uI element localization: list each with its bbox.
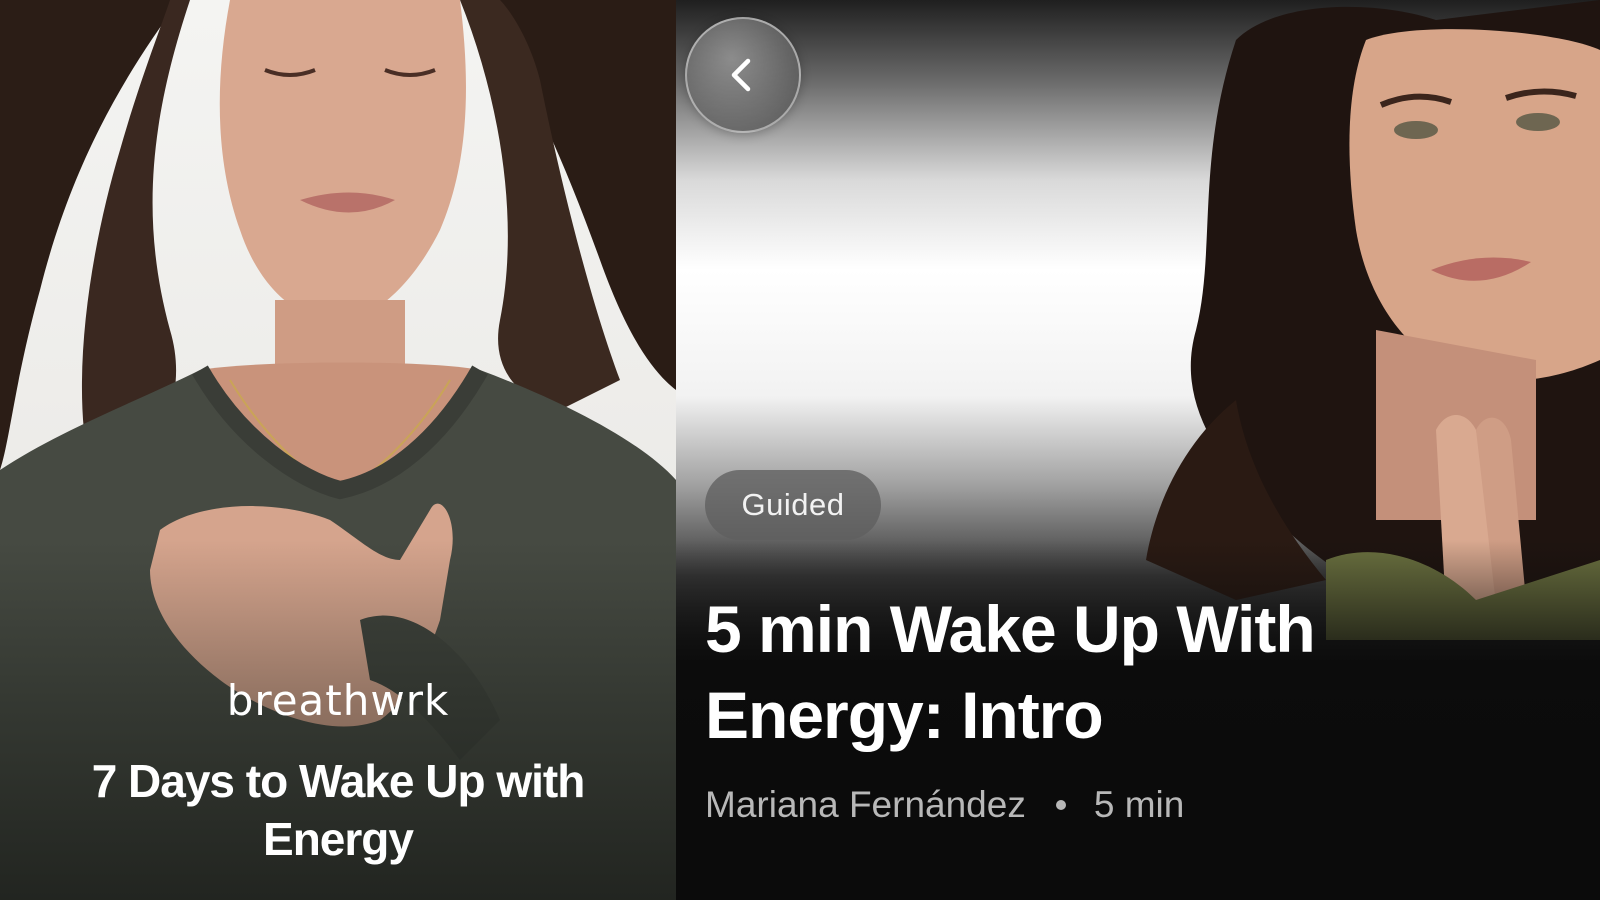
brand-logo: breathwrk (226, 676, 450, 725)
session-hero (676, 0, 1600, 900)
meta-separator (1055, 800, 1066, 810)
session-type-badge: Guided (705, 470, 881, 540)
program-title: 7 Days to Wake Up with Energy (91, 755, 586, 865)
session-duration: 5 min (1093, 784, 1185, 825)
back-button[interactable] (685, 17, 801, 133)
session-meta: Mariana Fernández 5 min (705, 784, 1184, 826)
program-cover-card[interactable]: breathwrk 7 Days to Wake Up with Energy (0, 0, 676, 900)
chevron-left-icon (731, 58, 751, 92)
session-title: 5 min Wake Up With Energy: Intro (705, 592, 1316, 752)
app-screen: breathwrk 7 Days to Wake Up with Energy (0, 0, 1600, 900)
instructor-name[interactable]: Mariana Fernández (705, 784, 1026, 826)
